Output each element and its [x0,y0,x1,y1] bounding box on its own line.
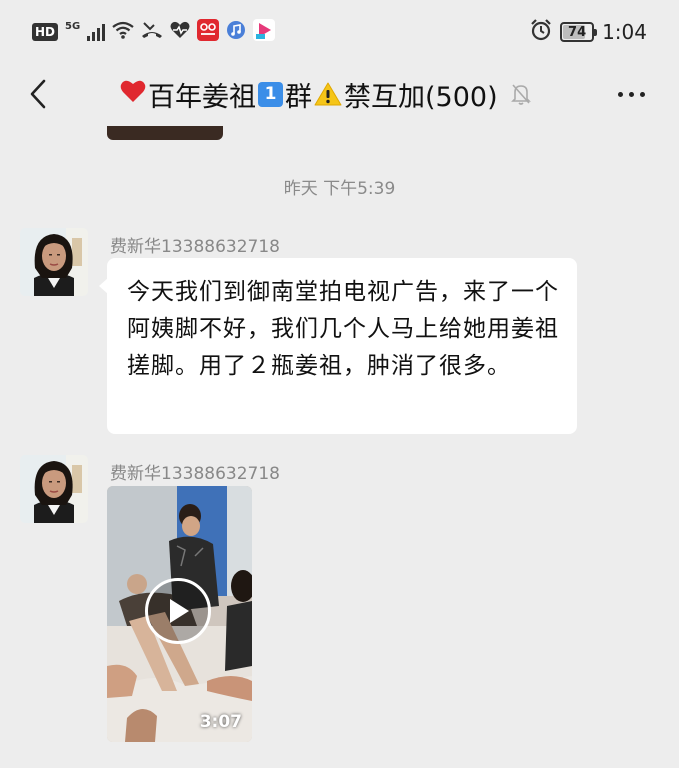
sender-name: 费新华13388632718 [110,237,280,257]
wifi-icon [112,21,134,43]
title-suffix: 禁互加(500) [344,81,498,113]
heart-icon [120,79,146,109]
play-button[interactable] [145,578,211,644]
chat-title: 百年姜祖 1 群 禁互加(500) [120,76,532,113]
video-message[interactable]: 3:07 [107,486,252,742]
more-icon [617,91,623,97]
health-icon [170,21,190,43]
battery-level: 74 [568,24,587,40]
music-icon [226,20,246,44]
mute-bell-icon [510,82,532,106]
video-app-icon [253,19,276,45]
status-bar: HD 5G 74 1:04 [0,0,679,62]
signal-icon [87,23,106,41]
back-icon [30,79,46,109]
play-icon [170,599,189,623]
battery-icon: 74 [560,22,598,42]
warning-icon [314,81,342,107]
clock: 1:04 [602,20,647,44]
alarm-icon [530,19,552,45]
video-duration: 3:07 [199,712,242,732]
chat-screen: HD 5G 74 1:04 百年姜祖 1 群 禁互加(500) 昨天 下午5:3… [0,0,679,768]
sender-name: 费新华13388632718 [110,464,280,484]
network-type: 5G [65,20,81,32]
more-button[interactable] [611,76,651,112]
chat-header: 百年姜祖 1 群 禁互加(500) [0,62,679,126]
app-notification-icon [197,19,220,45]
missed-call-icon [141,21,163,43]
back-button[interactable] [18,74,58,114]
status-left: HD 5G [32,19,276,45]
message-timestamp: 昨天 下午5:39 [283,179,396,199]
avatar[interactable] [20,455,88,523]
avatar[interactable] [20,228,88,296]
title-prefix: 百年姜祖 [148,81,256,113]
message-bubble[interactable]: 今天我们到御南堂拍电视广告，来了一个阿姨脚不好，我们几个人马上给她用姜祖搓脚。用… [99,258,577,434]
title-number-badge: 1 [258,81,283,107]
title-group: 群 [285,81,312,113]
hd-badge: HD [32,23,59,41]
status-right: 74 1:04 [530,18,647,46]
previous-media-thumbnail[interactable] [107,126,223,140]
